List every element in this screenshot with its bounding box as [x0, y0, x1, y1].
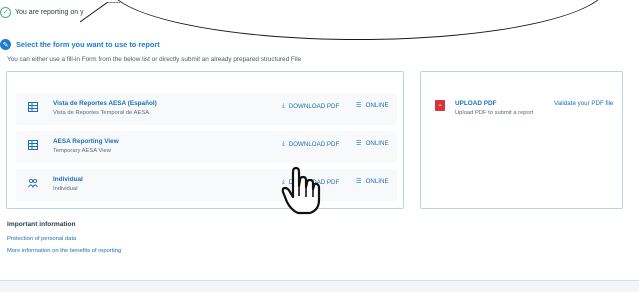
download-label: DOWNLOAD PDF [288, 102, 340, 110]
step-header: ✎ Select the form you want to use to rep… [0, 39, 160, 50]
form-name[interactable]: AESA Reporting View [53, 138, 119, 145]
upload-panel: ⌁ UPLOAD PDF Upload PDF to submit a repo… [420, 71, 623, 209]
download-pdf-button[interactable]: ⤓ DOWNLOAD PDF [282, 140, 339, 148]
validate-pdf-link[interactable]: Validate your PDF file [554, 100, 613, 107]
pdf-icon: ⌁ [435, 100, 445, 111]
form-grid-icon [28, 140, 38, 150]
download-label: DOWNLOAD PDF [288, 140, 340, 148]
list-icon: ☰ [356, 140, 362, 147]
online-button[interactable]: ☰ ONLINE [356, 140, 389, 147]
list-icon: ☰ [356, 178, 362, 185]
intro-text: You can either use a fill-in Form from t… [7, 56, 302, 63]
form-card: AESA Reporting View Temporary AESA View … [16, 131, 397, 163]
download-icon: ⤓ [282, 140, 285, 147]
upload-pdf-button[interactable]: UPLOAD PDF [455, 100, 497, 107]
important-info-title: Important information [7, 221, 76, 228]
people-icon [28, 178, 38, 188]
step-title: Select the form you want to use to repor… [16, 40, 160, 49]
footer-bar [0, 280, 639, 292]
form-name[interactable]: Vista de Reportes AESA (Español) [53, 100, 157, 107]
download-icon: ⤓ [282, 102, 285, 109]
list-icon: ☰ [356, 102, 362, 109]
form-card: Individual Individual ⤓ DOWNLOAD PDF ☰ O… [16, 169, 397, 201]
banner-text: You are reporting on y [15, 9, 84, 16]
speech-bubble [108, 0, 608, 40]
form-subtitle: Temporary AESA View [53, 148, 111, 154]
online-label: ONLINE [365, 140, 389, 147]
online-label: ONLINE [365, 102, 389, 109]
personal-data-link[interactable]: Protection of personal data [7, 236, 76, 242]
forms-panel: Vista de Reportes AESA (Español) Vista d… [6, 71, 404, 209]
check-circle-icon: ✓ [0, 7, 11, 18]
upload-subtitle: Upload PDF to submit a report [455, 110, 534, 116]
form-card: Vista de Reportes AESA (Español) Vista d… [16, 93, 397, 125]
online-label: ONLINE [365, 178, 389, 185]
speech-bubble-tail [80, 2, 120, 23]
form-name[interactable]: Individual [53, 176, 83, 183]
pencil-icon: ✎ [0, 39, 11, 50]
download-pdf-button[interactable]: ⤓ DOWNLOAD PDF [282, 102, 339, 110]
benefits-link[interactable]: More information on the benefits of repo… [7, 248, 121, 254]
online-button[interactable]: ☰ ONLINE [356, 102, 389, 109]
hand-cursor-icon [281, 166, 321, 215]
form-grid-icon [28, 102, 38, 112]
reporting-banner: ✓ You are reporting on y [0, 7, 84, 18]
online-button[interactable]: ☰ ONLINE [356, 178, 389, 185]
form-subtitle: Individual [53, 186, 78, 192]
form-subtitle: Vista de Reportes Temporal de AESA [53, 110, 150, 116]
